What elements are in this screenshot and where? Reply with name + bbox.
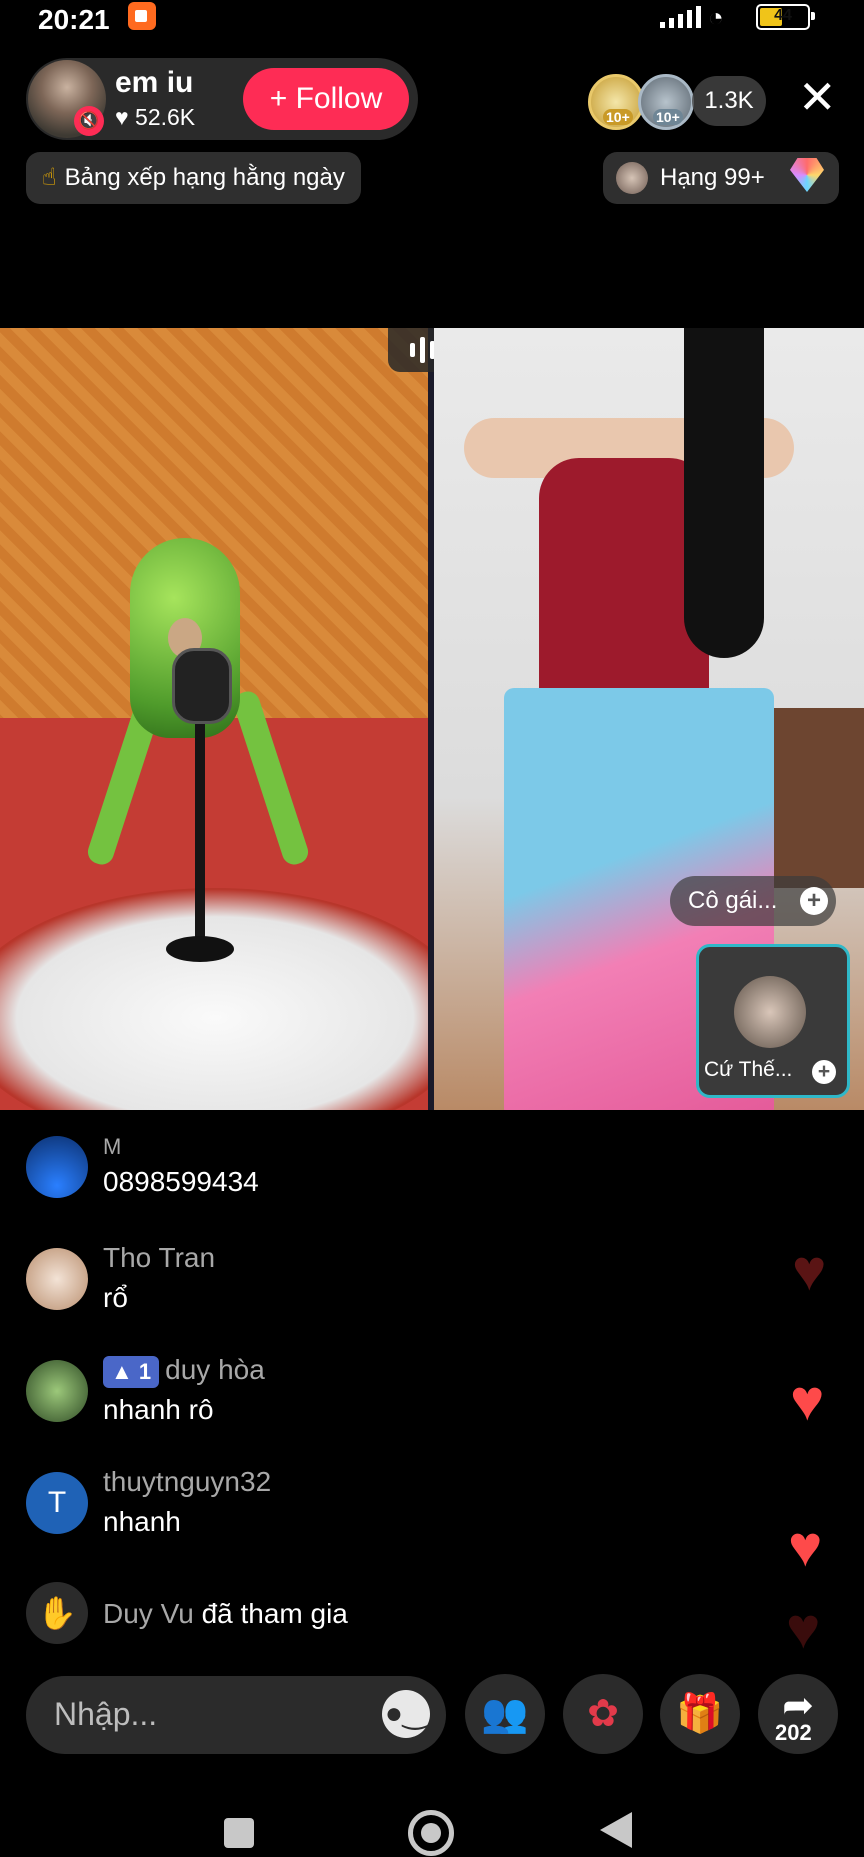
top-viewer-avatar-2[interactable]: 10+: [638, 74, 694, 130]
top-viewer-avatar-1[interactable]: 10+: [588, 74, 644, 130]
floating-heart-icon: ♥: [788, 1514, 823, 1579]
comment-avatar[interactable]: [26, 1360, 88, 1422]
rank-avatar: [616, 162, 648, 194]
host-video-panel[interactable]: [0, 328, 430, 1110]
screen-record-icon: [128, 2, 156, 30]
plus-icon[interactable]: +: [812, 1060, 836, 1084]
level-arrow-icon: ▲: [111, 1358, 133, 1384]
battery-icon: 44: [756, 4, 815, 30]
wifi-icon: ◔: [708, 2, 724, 32]
home-button[interactable]: [408, 1810, 454, 1856]
emoji-icon[interactable]: ●‿: [382, 1690, 430, 1738]
join-event: Duy Vu đã tham gia: [103, 1598, 348, 1630]
recent-apps-button[interactable]: [224, 1818, 254, 1848]
daily-ranking-label: Bảng xếp hạng hằng ngày: [64, 164, 345, 191]
guest-follow-pill[interactable]: Cô gái... +: [670, 876, 836, 926]
multi-guest-icon[interactable]: 👥: [465, 1674, 545, 1754]
back-button[interactable]: [600, 1812, 632, 1848]
gift-icon[interactable]: 🎁: [660, 1674, 740, 1754]
wave-icon: ✋: [26, 1582, 88, 1644]
viewer-badge: 10+: [603, 109, 633, 125]
comment-username[interactable]: M: [103, 1134, 121, 1160]
rank-label: Hạng 99+: [660, 164, 765, 191]
comment-username[interactable]: duy hòa: [165, 1354, 265, 1385]
floating-heart-icon: ♥: [790, 1368, 825, 1433]
comment-username[interactable]: Tho Tran: [103, 1242, 215, 1274]
battery-level: 44: [774, 7, 792, 24]
comment-text: 0898599434: [103, 1166, 259, 1197]
hand-icon: ☝: [42, 164, 57, 191]
floating-heart-icon: ♥: [792, 1238, 827, 1303]
daily-ranking-button[interactable]: ☝ Bảng xếp hạng hằng ngày: [26, 152, 361, 204]
follow-button[interactable]: + Follow: [243, 68, 409, 130]
plus-icon[interactable]: +: [800, 887, 828, 915]
comment-avatar[interactable]: T: [26, 1472, 88, 1534]
co-host-name: Cứ Thế...: [704, 1058, 793, 1081]
host-likes-count: 52.6K: [135, 104, 196, 130]
viewer-badge: 10+: [653, 109, 683, 125]
heart-icon: ♥: [115, 104, 129, 130]
co-host-avatar[interactable]: [734, 976, 806, 1048]
level-badge: ▲ 1: [103, 1355, 160, 1388]
comment-username[interactable]: thuytnguyn32: [103, 1466, 271, 1498]
join-action: đã tham gia: [201, 1598, 348, 1629]
comment-avatar[interactable]: [26, 1136, 88, 1198]
close-icon[interactable]: ✕: [798, 72, 837, 122]
mic-muted-icon: 🔇: [74, 106, 104, 136]
comment-username-row: ▲ 1 duy hòa: [103, 1354, 265, 1388]
guest-name: Cô gái...: [688, 887, 778, 914]
level-number: 1: [138, 1358, 152, 1384]
status-time: 20:21: [38, 4, 110, 35]
comment-avatar[interactable]: [26, 1248, 88, 1310]
viewer-count[interactable]: 1.3K: [692, 76, 766, 126]
microphone-icon: [172, 648, 232, 724]
comment-input-placeholder[interactable]: Nhập...: [54, 1696, 157, 1733]
host-likes: ♥ 52.6K: [115, 104, 195, 131]
share-count: 202: [775, 1720, 812, 1745]
signal-icon: [660, 6, 701, 28]
join-username[interactable]: Duy Vu: [103, 1598, 194, 1629]
comment-text: nhanh rô: [103, 1394, 214, 1425]
host-name[interactable]: em iu: [115, 66, 193, 100]
comment-text: rổ: [103, 1282, 128, 1313]
floating-heart-icon: ♥: [786, 1596, 821, 1661]
comment-text: nhanh: [103, 1506, 181, 1537]
rose-gift-icon[interactable]: ✿: [563, 1674, 643, 1754]
